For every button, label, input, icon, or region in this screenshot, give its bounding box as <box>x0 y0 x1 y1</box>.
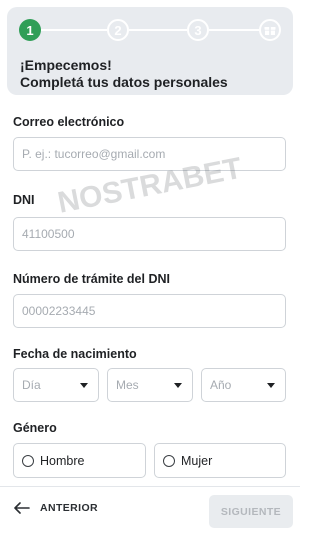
tramite-field[interactable]: 00002233445 <box>13 294 286 328</box>
month-select-value: Mes <box>116 378 139 392</box>
step-number: 2 <box>114 22 122 38</box>
day-select-value: Día <box>22 378 41 392</box>
back-button-label: ANTERIOR <box>40 502 99 514</box>
dni-label: DNI <box>13 193 35 207</box>
step-number: 3 <box>194 22 202 38</box>
back-button[interactable]: ANTERIOR <box>14 502 98 514</box>
step-connector <box>41 29 107 31</box>
email-field[interactable]: P. ej.: tucorreo@gmail.com <box>13 137 286 171</box>
step-1: 1 <box>19 19 41 41</box>
step-indicator: 1 2 3 <box>19 19 281 41</box>
gender-option-label: Mujer <box>181 453 213 468</box>
month-select[interactable]: Mes <box>107 368 193 402</box>
footer-bar: ANTERIOR SIGUIENTE <box>0 486 300 533</box>
step-2: 2 <box>107 19 129 41</box>
gender-label: Género <box>13 421 57 435</box>
gender-option-hombre[interactable]: Hombre <box>13 443 146 478</box>
next-button[interactable]: SIGUIENTE <box>209 495 293 528</box>
gift-icon <box>259 19 281 41</box>
dni-field[interactable]: 41100500 <box>13 217 286 251</box>
page-title: ¡Empecemos! Completá tus datos personale… <box>20 57 228 91</box>
gender-option-mujer[interactable]: Mujer <box>154 443 286 478</box>
year-select-value: Año <box>210 378 232 392</box>
chevron-down-icon <box>267 383 275 388</box>
next-button-label: SIGUIENTE <box>220 505 282 518</box>
year-select[interactable]: Año <box>201 368 286 402</box>
tramite-label: Número de trámite del DNI <box>13 272 170 286</box>
title-line-2: Completá tus datos personales <box>20 74 228 90</box>
progress-header: 1 2 3 ¡Empecemos! Completá tus datos per… <box>7 7 293 95</box>
chevron-down-icon <box>174 383 182 388</box>
day-select[interactable]: Día <box>13 368 99 402</box>
gift-icon-shape <box>264 27 276 35</box>
chevron-down-icon <box>80 383 88 388</box>
step-3: 3 <box>187 19 209 41</box>
step-connector <box>129 29 187 31</box>
title-line-1: ¡Empecemos! <box>20 57 112 73</box>
arrow-left-icon <box>14 502 30 514</box>
email-label: Correo electrónico <box>13 115 125 129</box>
radio-icon <box>22 454 34 467</box>
step-connector <box>209 29 259 31</box>
step-number: 1 <box>26 22 34 38</box>
radio-icon <box>163 454 175 467</box>
birthdate-label: Fecha de nacimiento <box>13 347 137 361</box>
gender-option-label: Hombre <box>40 453 85 468</box>
